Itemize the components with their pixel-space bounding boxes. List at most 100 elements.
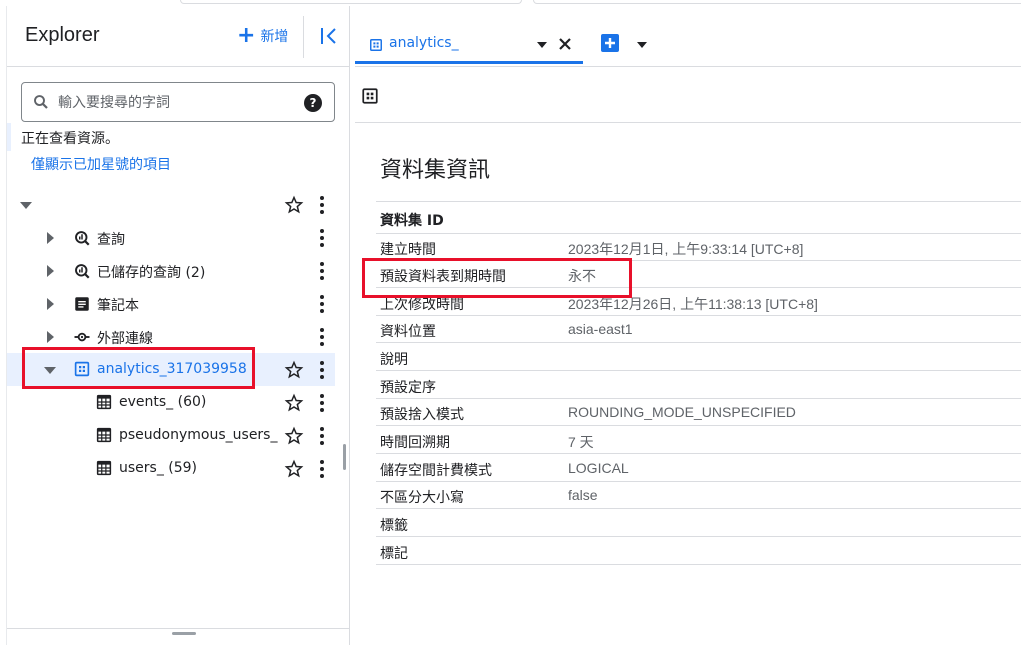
tree-row-project[interactable]: [7, 188, 335, 221]
panel-bottom-divider: [7, 628, 350, 629]
more-vert-icon[interactable]: [317, 195, 327, 215]
add-tab-icon[interactable]: [601, 34, 619, 52]
tab-dropdown-icon[interactable]: [537, 41, 547, 49]
info-value: 2023年12月1日, 上午9:33:14 [UTC+8]: [568, 241, 804, 257]
table-icon: [96, 460, 112, 476]
info-value: ROUNDING_MODE_UNSPECIFIED: [568, 404, 796, 420]
plus-icon: +: [237, 23, 256, 48]
tree-label-table: pseudonymous_users_ ...: [119, 427, 279, 443]
info-key: 說明: [380, 352, 408, 368]
info-value: false: [568, 487, 598, 503]
header-divider: [303, 16, 304, 58]
tree-row-saved-queries[interactable]: 已儲存的查詢 (2): [7, 254, 335, 287]
tree-label-table: events_ (60): [119, 394, 207, 410]
info-value: 7 天: [568, 434, 594, 450]
info-row: 時間回溯期 7 天: [376, 427, 1021, 454]
info-key: 時間回溯期: [380, 435, 450, 451]
close-icon[interactable]: [557, 36, 573, 52]
tab-dataset[interactable]: analytics_: [355, 6, 583, 64]
caret-right-icon[interactable]: [43, 231, 57, 245]
star-icon[interactable]: [284, 393, 304, 413]
caret-right-icon[interactable]: [43, 264, 57, 278]
annotation-box: [362, 258, 632, 298]
info-key: 標籤: [380, 518, 408, 534]
info-value: asia-east1: [568, 321, 633, 337]
info-value: LOGICAL: [568, 460, 629, 476]
dataset-icon: [362, 88, 378, 104]
info-row: 資料集 ID: [376, 201, 1021, 234]
caret-down-icon[interactable]: [19, 198, 33, 212]
info-key: 不區分大小寫: [380, 490, 464, 506]
star-icon[interactable]: [284, 360, 304, 380]
explorer-title: Explorer: [25, 24, 100, 46]
table-icon: [96, 427, 112, 443]
add-new-label: 新增: [260, 29, 289, 45]
more-vert-icon[interactable]: [317, 426, 327, 446]
saved-query-icon: [75, 264, 90, 279]
tab-bar: analytics_: [355, 6, 1021, 67]
info-row: 儲存空間計費模式 LOGICAL: [376, 455, 1021, 482]
more-vert-icon[interactable]: [317, 360, 327, 380]
resize-handle[interactable]: [172, 632, 196, 635]
info-key: 儲存空間計費模式: [380, 463, 492, 479]
tree-row-table[interactable]: users_ (59): [7, 452, 335, 485]
info-key: 預設捨入模式: [380, 407, 464, 423]
dataset-icon: [370, 39, 382, 51]
search-field[interactable]: ?: [21, 82, 335, 122]
viewing-resources-text: 正在查看資源。: [21, 131, 119, 147]
info-row: 建立時間 2023年12月1日, 上午9:33:14 [UTC+8]: [376, 234, 1021, 261]
search-icon: [34, 95, 48, 109]
info-key: 資料位置: [380, 324, 436, 340]
top-strip-divider: [533, 0, 1021, 4]
top-strip-divider: [180, 0, 522, 4]
info-key: 建立時間: [380, 242, 436, 258]
tree-scrollbar[interactable]: [343, 444, 346, 470]
info-row: 說明: [376, 344, 1021, 371]
notebook-icon: [75, 297, 89, 311]
more-vert-icon[interactable]: [317, 294, 327, 314]
star-icon[interactable]: [284, 459, 304, 479]
info-row: 標籤: [376, 510, 1021, 537]
show-starred-link[interactable]: 僅顯示已加星號的項目: [31, 154, 171, 174]
tree-label-external-connections: 外部連線: [97, 331, 153, 347]
collapse-panel-icon[interactable]: [317, 24, 341, 48]
explorer-header: Explorer + 新增: [7, 6, 350, 67]
toolbar: [355, 67, 1021, 123]
info-row: 預設定序: [376, 372, 1021, 399]
more-vert-icon[interactable]: [317, 393, 327, 413]
search-input[interactable]: [56, 91, 300, 115]
more-vert-icon[interactable]: [317, 459, 327, 479]
star-icon[interactable]: [284, 195, 304, 215]
info-row: 資料位置 asia-east1: [376, 316, 1021, 343]
info-key: 預設定序: [380, 380, 436, 396]
tree-row-notebooks[interactable]: 筆記本: [7, 287, 335, 320]
explorer-panel: Explorer + 新增 ? 正在查看資源。 僅顯示已加星號的項目 查詢: [6, 6, 350, 645]
more-vert-icon[interactable]: [317, 327, 327, 347]
info-row: 不區分大小寫 false: [376, 482, 1021, 509]
tree-row-queries[interactable]: 查詢: [7, 221, 335, 254]
connection-icon: [74, 332, 90, 342]
caret-right-icon[interactable]: [43, 297, 57, 311]
more-vert-icon[interactable]: [317, 261, 327, 281]
tree-row-table[interactable]: events_ (60): [7, 386, 335, 419]
tree-label-table: users_ (59): [119, 460, 198, 476]
star-icon[interactable]: [284, 426, 304, 446]
tree-label-notebooks: 筆記本: [97, 298, 139, 314]
tab-label: analytics_: [389, 35, 459, 51]
annotation-box: [22, 347, 255, 389]
table-icon: [96, 394, 112, 410]
section-title: 資料集資訊: [380, 158, 491, 183]
more-vert-icon[interactable]: [317, 228, 327, 248]
info-row: 標記: [376, 538, 1021, 565]
add-new-button[interactable]: + 新增: [237, 24, 288, 48]
chevron-down-icon[interactable]: [637, 41, 647, 49]
tree-row-table[interactable]: pseudonymous_users_ ...: [7, 419, 335, 452]
info-key: 資料集 ID: [380, 213, 444, 229]
info-key: 標記: [380, 546, 408, 562]
query-icon: [75, 231, 90, 246]
caret-right-icon[interactable]: [43, 330, 57, 344]
main-content: analytics_ 資料集資訊 資料集 ID 建立時間 2023年12月1日,…: [355, 6, 1021, 645]
help-icon[interactable]: ?: [304, 94, 322, 112]
tree-label-queries: 查詢: [97, 232, 125, 248]
selection-marker: [7, 123, 11, 151]
